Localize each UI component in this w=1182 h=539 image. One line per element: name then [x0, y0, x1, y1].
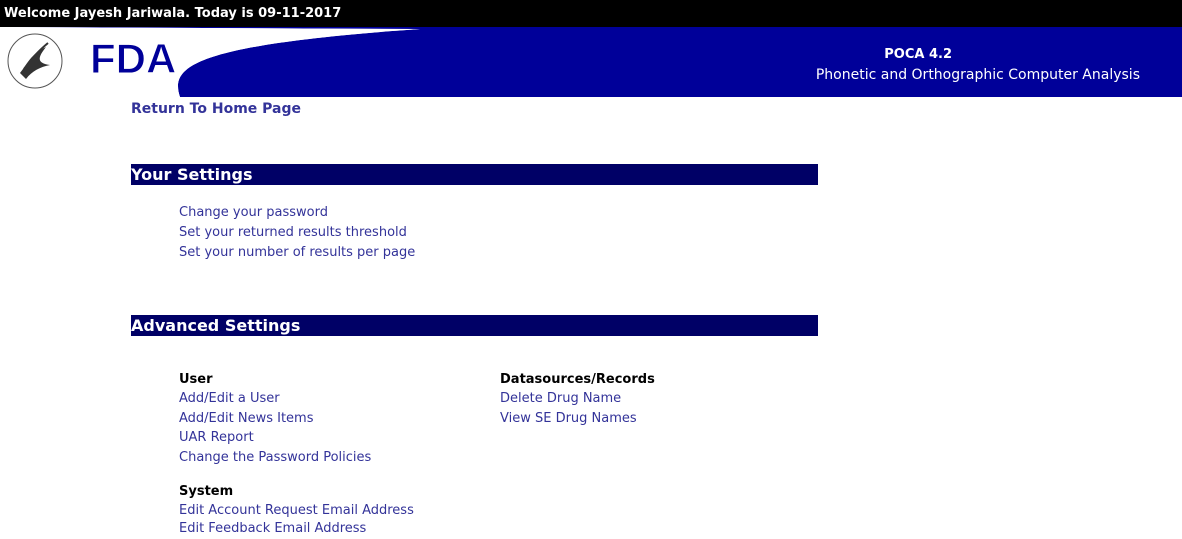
- view-se-drug-names-link[interactable]: View SE Drug Names: [500, 411, 637, 427]
- fda-logo: FDA: [90, 37, 177, 79]
- app-title: POCA 4.2: [884, 47, 952, 62]
- account-request-email-link[interactable]: Edit Account Request Email Address: [179, 503, 414, 519]
- delete-drug-name-link[interactable]: Delete Drug Name: [500, 391, 621, 407]
- welcome-bar: Welcome Jayesh Jariwala. Today is 09-11-…: [0, 0, 1182, 27]
- datasources-heading: Datasources/Records: [500, 372, 655, 387]
- uar-report-link[interactable]: UAR Report: [179, 430, 254, 446]
- your-settings-header: Your Settings: [131, 164, 818, 185]
- header-banner: FDA POCA 4.2 Phonetic and Orthographic C…: [0, 27, 1182, 97]
- advanced-settings-header: Advanced Settings: [131, 315, 818, 336]
- results-threshold-link[interactable]: Set your returned results threshold: [179, 225, 407, 241]
- fda-logo-text: FDA: [90, 37, 176, 79]
- system-heading: System: [179, 484, 234, 499]
- results-per-page-link[interactable]: Set your number of results per page: [179, 245, 415, 261]
- add-edit-user-link[interactable]: Add/Edit a User: [179, 391, 280, 407]
- user-heading: User: [179, 372, 213, 387]
- hhs-seal-icon: [7, 33, 63, 89]
- password-policies-link[interactable]: Change the Password Policies: [179, 450, 371, 466]
- change-password-link[interactable]: Change your password: [179, 205, 328, 221]
- add-edit-news-link[interactable]: Add/Edit News Items: [179, 411, 313, 427]
- app-subtitle: Phonetic and Orthographic Computer Analy…: [815, 67, 1140, 83]
- feedback-email-link[interactable]: Edit Feedback Email Address: [179, 521, 366, 537]
- return-home-link[interactable]: Return To Home Page: [131, 101, 301, 117]
